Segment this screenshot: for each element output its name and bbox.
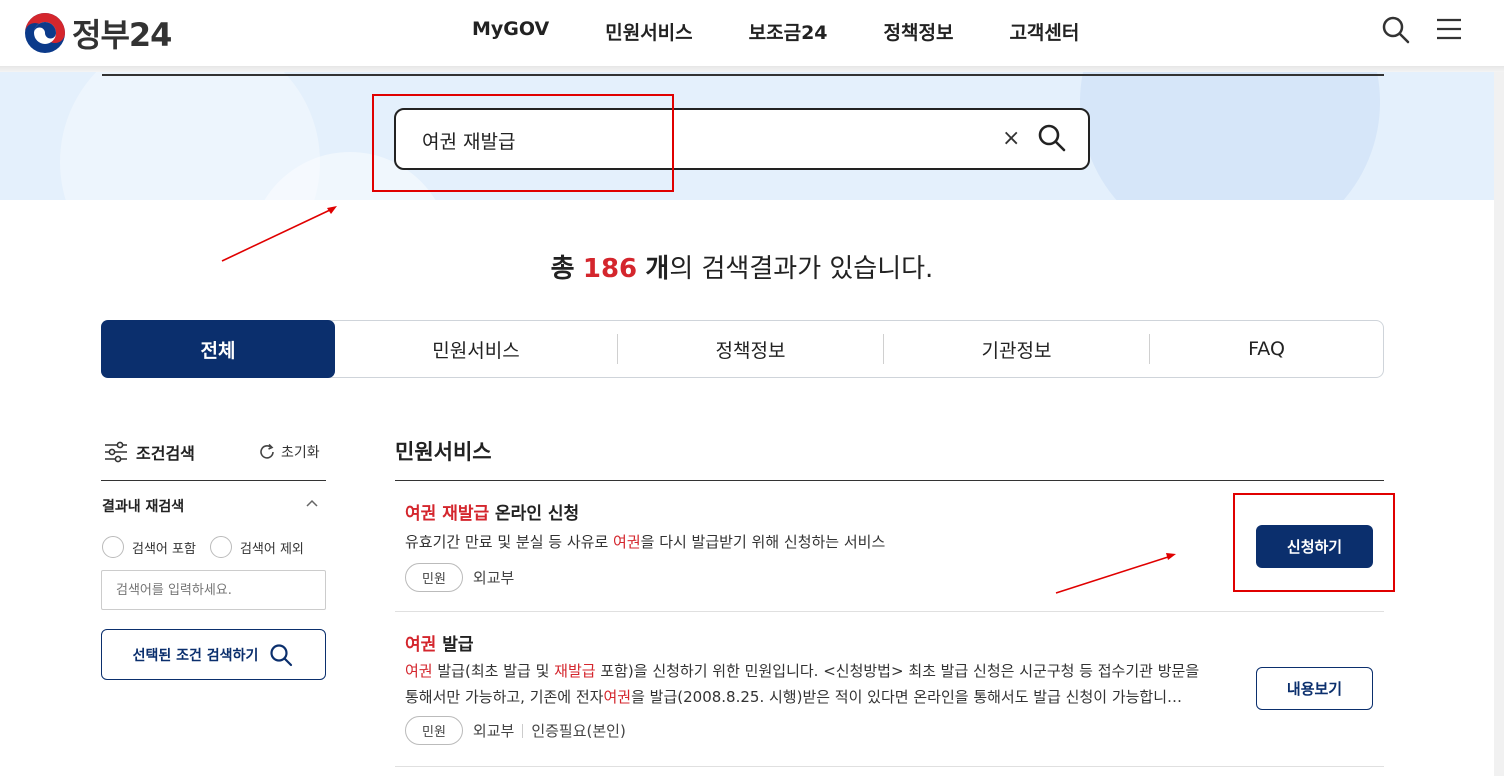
nav-item-subsidy[interactable]: 보조금24 [749,18,828,45]
category-badge: 민원 [405,563,463,592]
result-tags: 민원 외교부 [405,563,514,592]
exclude-keyword-radio[interactable] [209,536,232,558]
search-submit-icon[interactable] [1036,122,1068,154]
count-unit: 개 [645,254,670,284]
search-icon[interactable] [1380,14,1412,46]
filter-sliders-icon [105,441,127,463]
include-keyword-radio[interactable] [102,536,124,558]
tab-faq[interactable]: FAQ [1150,321,1383,377]
nav-item-policy[interactable]: 정책정보 [884,18,954,45]
research-keyword-input[interactable] [101,570,326,610]
count-prefix: 총 [550,254,575,284]
title-highlight: 여권 [405,635,437,655]
research-section-title: 결과내 재검색 [102,499,185,515]
title-highlight: 여권 재발급 [405,504,490,524]
include-keyword-label: 검색어 포함 [132,541,196,557]
filtered-search-label: 선택된 조건 검색하기 [132,647,259,664]
nav-item-civil-service[interactable]: 민원서비스 [605,18,692,45]
filtered-search-button[interactable]: 선택된 조건 검색하기 [101,629,326,680]
annotation-box-search [372,94,674,192]
result-title[interactable]: 여권 재발급 온라인 신청 [405,499,579,524]
clear-search-button[interactable]: × [1002,126,1020,151]
main-nav: MyGOV 민원서비스 보조금24 정책정보 고객센터 [472,18,1135,45]
nav-item-mygov[interactable]: MyGOV [472,18,549,45]
decor-circle [1080,72,1380,200]
organization-label: 외교부 [472,569,515,587]
filter-title: 조건검색 [104,440,195,464]
logo-text: 정부24 [72,16,172,54]
filter-title-label: 조건검색 [136,444,195,463]
result-item: 여권 발급 여권 발급(최초 발급 및 재발급 포함)을 신청하기 위한 민원입… [395,612,1384,767]
taegeuk-logo-icon [25,13,65,53]
count-number: 186 [582,254,638,284]
section-title: 민원서비스 [395,440,492,464]
category-badge: 민원 [405,716,463,745]
tab-organization[interactable]: 기관정보 [884,321,1149,377]
desc-highlight: 여권 [603,688,632,706]
scrollbar-track[interactable] [1494,72,1504,776]
title-rest: 온라인 신청 [489,504,580,524]
band-top-line [102,74,1384,76]
desc-text: 을 다시 발급받기 위해 신청하는 서비스 [640,533,886,551]
desc-text: 통해서만 가능하고, 기존에 전자 [405,688,604,706]
desc-highlight: 여권 [405,662,433,680]
tab-policy[interactable]: 정책정보 [618,321,883,377]
refresh-icon [260,443,274,459]
view-details-button[interactable]: 내용보기 [1256,667,1373,710]
search-icon [270,643,293,666]
desc-text: 유효기간 만료 및 분실 등 사유로 [405,533,614,551]
title-rest: 발급 [436,635,474,655]
site-header: 정부24 MyGOV 민원서비스 보조금24 정책정보 고객센터 [0,0,1504,66]
annotation-box-apply [1233,493,1395,592]
tab-civil-service[interactable]: 민원서비스 [335,321,617,377]
desc-text: 을 발급(2008.8.25. 시행)받은 적이 있다면 온라인을 통해서도 발… [631,688,1183,706]
tag-divider [522,723,524,738]
reset-label: 초기화 [281,445,320,461]
reset-button[interactable]: 초기화 [258,442,320,462]
sidebar-divider [101,480,326,481]
chevron-up-icon[interactable] [305,496,319,512]
hamburger-menu-icon[interactable] [1436,16,1462,42]
result-description: 유효기간 만료 및 분실 등 사유로 여권을 다시 발급받기 위해 신청하는 서… [405,529,1235,555]
desc-text: 발급(최초 발급 및 [432,662,555,680]
desc-highlight: 재발급 [554,662,596,680]
desc-highlight: 여권 [613,533,641,551]
exclude-keyword-label: 검색어 제외 [239,541,304,557]
tab-all[interactable]: 전체 [101,320,335,378]
logo[interactable]: 정부24 [24,10,172,56]
desc-text: 포함)을 신청하기 위한 민원입니다. <신청방법> 최초 발급 신청은 시군구… [595,662,1200,680]
result-count: 총 186 개의 검색결과가 있습니다. [0,248,1484,285]
result-tags: 민원 외교부 인증필요(본인) [405,716,626,745]
auth-required-label: 인증필요(본인) [531,722,626,740]
keyword-option-group: 검색어 포함 검색어 제외 [102,536,318,558]
nav-item-customer-center[interactable]: 고객센터 [1009,18,1079,45]
count-suffix: 의 검색결과가 있습니다. [669,254,934,284]
search-band: × [0,72,1494,200]
result-title[interactable]: 여권 발급 [405,630,473,655]
organization-label: 외교부 [472,722,515,740]
result-description: 여권 발급(최초 발급 및 재발급 포함)을 신청하기 위한 민원입니다. <신… [405,658,1235,710]
result-tabs: 전체 민원서비스 정책정보 기관정보 FAQ [101,320,1384,378]
